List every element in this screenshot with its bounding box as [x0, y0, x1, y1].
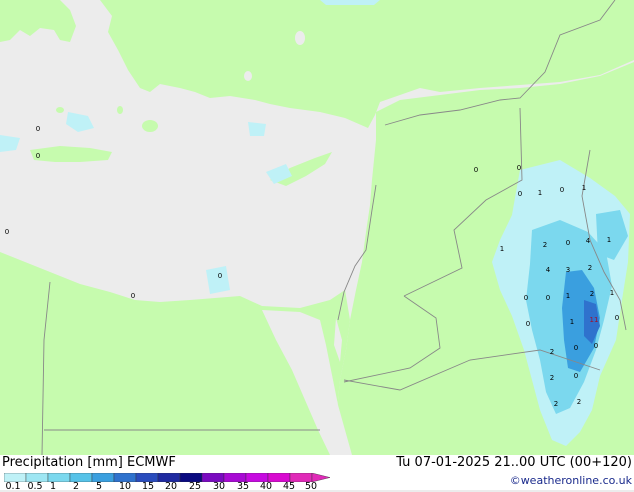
- precip-value-label: 1: [607, 236, 611, 244]
- valid-time: Tu 07-01-2025 21..00 UTC (00+120): [396, 455, 632, 470]
- legend-model-text: ECMWF: [127, 455, 176, 470]
- rain-patch-center: [248, 122, 266, 136]
- precip-value-label: 0: [524, 294, 528, 302]
- precip-value-label: 2: [590, 290, 594, 298]
- precip-value-label: 0: [546, 294, 550, 302]
- legend-tick-label: 2: [72, 481, 80, 492]
- precip-value-label: 2: [588, 264, 592, 272]
- map-canvas: 000000 00 1 0 12 0 4 114 3 20 0 1 2 10 1 11 02 0 02 02 2: [0, 0, 634, 455]
- footer: Precipitation [mm] ECMWF Tu 07-01-2025 2…: [0, 455, 634, 492]
- precip-value-label: 0: [518, 190, 522, 198]
- precip-value-label: 1: [570, 318, 574, 326]
- precip-value-label: 0: [526, 320, 530, 328]
- legend-tick-label: 40: [259, 481, 273, 492]
- legend-tick-label: 50: [304, 481, 318, 492]
- island-rhodes: [142, 120, 158, 132]
- rain-patch-top: [320, 0, 380, 5]
- precip-value-label: 0: [36, 125, 40, 133]
- legend-title: Precipitation [mm] ECMWF: [2, 455, 176, 470]
- island-small-1: [295, 31, 305, 45]
- rain-patch-south: [206, 266, 230, 294]
- precip-value-label: 4: [546, 266, 551, 274]
- credit-link[interactable]: ©weatheronline.co.uk: [510, 474, 632, 487]
- island-small-3: [56, 107, 64, 113]
- precip-value-label: 0: [36, 152, 40, 160]
- island-small-2: [244, 71, 252, 81]
- precip-value-label: 0: [517, 164, 521, 172]
- legend-tick-label: 15: [141, 481, 155, 492]
- precip-value-label: 0: [615, 314, 619, 322]
- legend-tick-label: 30: [212, 481, 226, 492]
- legend-tick-label: 5: [95, 481, 103, 492]
- precip-value-label: 2: [550, 348, 554, 356]
- precip-value-label: 1: [582, 184, 586, 192]
- precipitation-map: 0 0 0 0 0 0 0 0 1 0 1 2 0 4 1 1 4 3 2 0 0 1 2 1 0 1 11 0 2 0 0 2 0 2 2 Pre…: [0, 0, 634, 492]
- precip-value-label: 2: [554, 400, 558, 408]
- precip-value-label: 1: [610, 289, 614, 297]
- legend-tick-label: 45: [282, 481, 296, 492]
- legend-tick-label: 35: [236, 481, 250, 492]
- legend-tick-label: 1: [49, 481, 57, 492]
- legend-title-text: Precipitation [mm]: [2, 455, 123, 470]
- precip-value-label: 2: [543, 241, 547, 249]
- precip-value-label: 0: [560, 186, 564, 194]
- precip-value-label: 0: [218, 272, 222, 280]
- legend-tick-label: 0.1: [5, 481, 21, 492]
- precip-value-label: 0: [566, 239, 570, 247]
- legend-tick-label: 0.5: [27, 481, 43, 492]
- precip-value-label: 0: [594, 342, 598, 350]
- island-small-5: [117, 106, 123, 114]
- precip-value-label: 11: [590, 316, 599, 324]
- precip-value-label: 2: [550, 374, 554, 382]
- precip-value-label: 4: [586, 237, 591, 245]
- legend-tick-label: 20: [164, 481, 178, 492]
- precip-value-label: 0: [131, 292, 135, 300]
- legend-tick-label: 25: [188, 481, 202, 492]
- precip-value-label: 1: [566, 292, 570, 300]
- precip-value-label: 3: [566, 266, 570, 274]
- precip-value-label: 1: [500, 245, 504, 253]
- precip-value-label: 0: [5, 228, 9, 236]
- precip-value-label: 0: [474, 166, 478, 174]
- precip-value-label: 2: [577, 398, 581, 406]
- precip-value-label: 1: [538, 189, 542, 197]
- legend-tick-label: 10: [118, 481, 132, 492]
- precip-value-label: 0: [574, 344, 578, 352]
- precip-value-label: 0: [574, 372, 578, 380]
